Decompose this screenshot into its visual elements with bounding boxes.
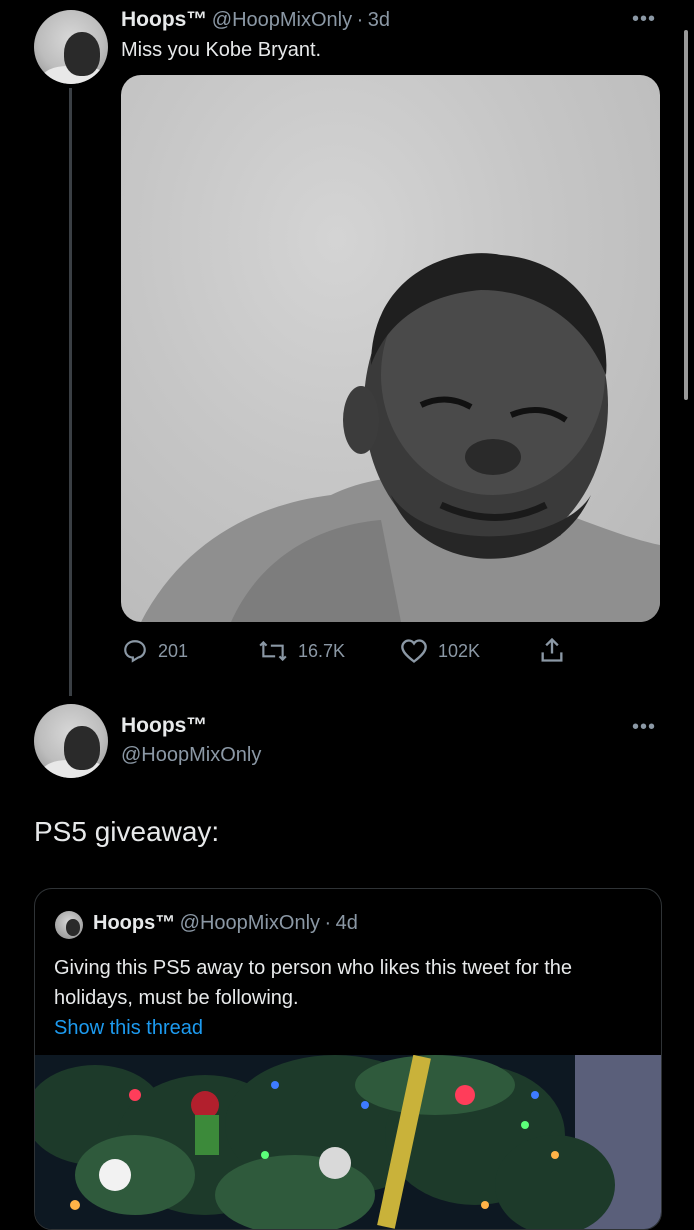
more-options-icon[interactable]: ••• xyxy=(632,8,656,31)
retweet-button[interactable]: 16.7K xyxy=(258,638,345,664)
display-name[interactable]: Hoops™ xyxy=(121,714,207,738)
avatar xyxy=(55,911,83,939)
share-icon xyxy=(541,637,563,662)
quoted-tweet-card[interactable]: Hoops™ @HoopMixOnly · 4d Giving this PS5… xyxy=(34,888,662,1230)
handle[interactable]: @HoopMixOnly xyxy=(212,9,352,31)
like-button[interactable]: 102K xyxy=(400,638,480,664)
tweet-text: PS5 giveaway: xyxy=(34,816,220,847)
timestamp: 4d xyxy=(335,912,358,934)
thread-line xyxy=(69,88,72,696)
share-button[interactable] xyxy=(538,636,566,664)
handle: @HoopMixOnly xyxy=(179,912,321,934)
scrollbar[interactable] xyxy=(684,30,688,400)
reply-icon xyxy=(124,640,146,663)
like-icon xyxy=(401,639,427,663)
like-count: 102K xyxy=(438,640,481,661)
reply-button[interactable]: 201 xyxy=(122,638,188,664)
avatar[interactable] xyxy=(34,704,108,778)
reply-count: 201 xyxy=(158,640,189,661)
display-name[interactable]: Hoops™ xyxy=(121,8,207,31)
tweet-header: Hoops™ @HoopMixOnly · 3d xyxy=(121,8,390,32)
kobe-photo-image xyxy=(141,253,660,622)
tweet-photo[interactable] xyxy=(121,75,660,622)
retweet-icon xyxy=(259,640,287,662)
retweet-count: 16.7K xyxy=(298,640,346,661)
separator: · xyxy=(356,9,364,31)
quoted-tweet-photo[interactable] xyxy=(35,1055,661,1229)
quoted-tweet-header: Hoops™ @HoopMixOnly · 4d xyxy=(93,912,358,935)
christmas-tree-image xyxy=(35,1055,661,1229)
more-options-icon[interactable]: ••• xyxy=(632,716,656,739)
display-name: Hoops™ xyxy=(93,912,176,934)
show-thread-link[interactable]: Show this thread xyxy=(54,1017,203,1040)
handle[interactable]: @HoopMixOnly xyxy=(121,744,261,767)
timestamp[interactable]: 3d xyxy=(368,9,390,31)
tweet-text: Miss you Kobe Bryant. xyxy=(121,39,322,61)
separator: · xyxy=(324,912,332,934)
avatar[interactable] xyxy=(34,10,108,84)
quoted-tweet-text: Giving this PS5 away to person who likes… xyxy=(54,957,573,1009)
